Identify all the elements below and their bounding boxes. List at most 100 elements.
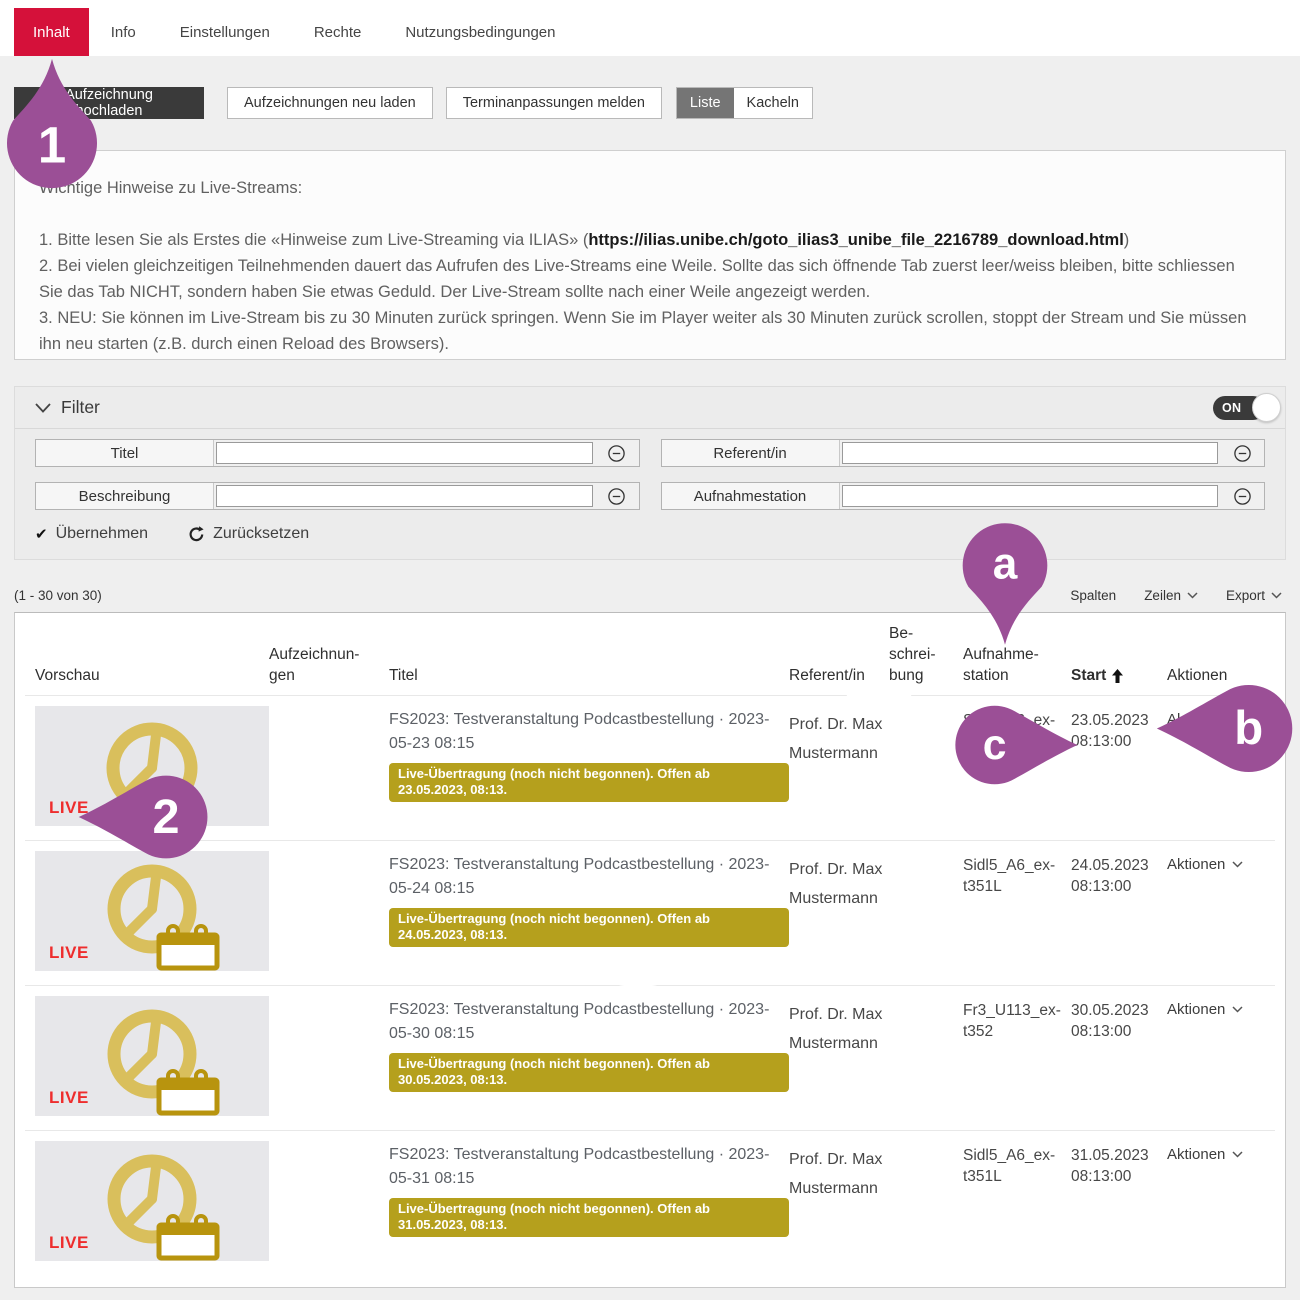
export-label: Export — [1226, 588, 1265, 603]
tab-einstellungen[interactable]: Einstellungen — [158, 8, 292, 56]
actions-label: Aktionen — [1167, 1001, 1225, 1018]
results-count: (1 - 30 von 30) — [14, 588, 102, 603]
actions-label: Aktionen — [1167, 711, 1225, 728]
table-row: LIVE FS2023: Testveranstaltung Podcastbe… — [25, 695, 1275, 840]
station-cell: Fr3_U113_ex- t352 — [963, 996, 1071, 1042]
filter-field-beschreibung: Beschreibung — [35, 482, 640, 510]
tab-rechte[interactable]: Rechte — [292, 8, 384, 56]
actions-dropdown[interactable]: Aktionen — [1167, 996, 1275, 1018]
filter-header[interactable]: Filter ON — [15, 387, 1285, 429]
actions-dropdown[interactable]: Aktionen — [1167, 1141, 1275, 1163]
tab-nutzungsbedingungen[interactable]: Nutzungsbedingungen — [383, 8, 577, 56]
filter-remove-aufnahmestation[interactable] — [1220, 483, 1264, 509]
referent-cell: Prof. Dr. Max Mustermann — [789, 851, 889, 913]
reset-filter-button[interactable]: Zurücksetzen — [188, 525, 309, 543]
table-header-row: Vorschau Aufzeichnun- gen Titel Referent… — [25, 613, 1275, 695]
recording-title-link[interactable]: FS2023: Testveranstaltung Podcastbestell… — [389, 1001, 769, 1042]
report-schedule-changes-button[interactable]: Terminanpassungen melden — [446, 87, 662, 119]
notice-title: Wichtige Hinweise zu Live-Streams: — [39, 175, 1261, 201]
station-cell: Sidl5_A6_ex- t351L — [963, 706, 1071, 752]
preview-tile[interactable]: LIVE — [35, 851, 269, 971]
chevron-down-icon — [1187, 592, 1198, 599]
actions-dropdown[interactable]: Aktionen — [1167, 706, 1275, 728]
filter-remove-titel[interactable] — [595, 440, 639, 466]
col-vorschau: Vorschau — [25, 665, 269, 686]
preview-cell: LIVE — [25, 706, 269, 826]
title-cell: FS2023: Testveranstaltung Podcastbestell… — [389, 996, 789, 1092]
preview-tile[interactable]: LIVE — [35, 1141, 269, 1261]
col-start-sort[interactable]: Start — [1071, 665, 1167, 686]
chevron-down-icon — [1271, 592, 1282, 599]
filter-input-titel[interactable] — [216, 442, 593, 464]
reset-label: Zurücksetzen — [213, 525, 309, 543]
filter-input-aufnahmestation[interactable] — [842, 485, 1219, 507]
rows-button[interactable]: Zeilen — [1144, 588, 1198, 603]
preview-cell: LIVE — [25, 996, 269, 1116]
notice-item-1: 1. Bitte lesen Sie als Erstes die «Hinwe… — [39, 227, 1261, 253]
preview-tile[interactable]: LIVE — [35, 706, 269, 826]
recording-title-link[interactable]: FS2023: Testveranstaltung Podcastbestell… — [389, 1146, 769, 1187]
chevron-down-icon — [35, 403, 51, 413]
table-row: LIVE FS2023: Testveranstaltung Podcastbe… — [25, 1130, 1275, 1275]
reload-recordings-button[interactable]: Aufzeichnungen neu laden — [227, 87, 433, 119]
title-cell: FS2023: Testveranstaltung Podcastbestell… — [389, 706, 789, 802]
apply-label: Übernehmen — [56, 525, 149, 543]
notice-download-link[interactable]: https://ilias.unibe.ch/goto_ilias3_unibe… — [588, 231, 1123, 249]
status-badge: Live-Übertragung (noch nicht begonnen). … — [389, 763, 789, 802]
check-icon: ✔ — [35, 525, 48, 543]
actions-label: Aktionen — [1167, 856, 1225, 873]
tab-label: Inhalt — [33, 24, 70, 41]
recording-title-link[interactable]: FS2023: Testveranstaltung Podcastbestell… — [389, 856, 769, 897]
filter-on-toggle[interactable]: ON — [1213, 395, 1269, 421]
view-toggle-liste[interactable]: Liste — [677, 88, 734, 118]
table-row: LIVE FS2023: Testveranstaltung Podcastbe… — [25, 840, 1275, 985]
start-cell: 30.05.2023 08:13:00 — [1071, 996, 1167, 1042]
filter-remove-beschreibung[interactable] — [595, 483, 639, 509]
filter-remove-referent[interactable] — [1220, 440, 1264, 466]
actions-dropdown[interactable]: Aktionen — [1167, 851, 1275, 873]
filter-field-aufnahmestation: Aufnahmestation — [661, 482, 1266, 510]
tab-label: Nutzungsbedingungen — [405, 24, 555, 41]
tab-bar: Inhalt Info Einstellungen Rechte Nutzung… — [0, 0, 1300, 56]
minus-circle-icon — [607, 487, 626, 506]
view-toggle-kacheln[interactable]: Kacheln — [734, 88, 812, 118]
whiteout-blob — [606, 967, 670, 987]
tab-label: Info — [111, 24, 136, 41]
export-button[interactable]: Export — [1226, 588, 1282, 603]
notice-item-3: 3. NEU: Sie können im Live-Stream bis zu… — [39, 305, 1261, 357]
toggle-label: ON — [1222, 401, 1241, 415]
tab-inhalt[interactable]: Inhalt — [14, 8, 89, 56]
preview-tile[interactable]: LIVE — [35, 996, 269, 1116]
filter-label-beschreibung: Beschreibung — [36, 483, 214, 509]
recording-title-link[interactable]: FS2023: Testveranstaltung Podcastbestell… — [389, 711, 769, 752]
filter-input-referent[interactable] — [842, 442, 1219, 464]
recordings-table: Vorschau Aufzeichnun- gen Titel Referent… — [14, 612, 1286, 1288]
chevron-down-icon — [1232, 716, 1243, 723]
columns-button[interactable]: Spalten — [1070, 588, 1116, 603]
table-meta: (1 - 30 von 30) Spalten Zeilen Export — [14, 588, 1286, 603]
minus-circle-icon — [1233, 487, 1252, 506]
filter-label-titel: Titel — [36, 440, 214, 466]
filter-field-referent: Referent/in — [661, 439, 1266, 467]
referent-cell: Prof. Dr. Max Mustermann — [789, 706, 889, 768]
tab-info[interactable]: Info — [89, 8, 158, 56]
start-label: Start — [1071, 665, 1106, 686]
notice-item-1-suffix: ) — [1124, 231, 1130, 249]
filter-title: Filter — [61, 397, 100, 418]
preview-cell: LIVE — [25, 851, 269, 971]
col-aufzeichnungen: Aufzeichnun- gen — [269, 644, 389, 686]
apply-filter-button[interactable]: ✔ Übernehmen — [35, 525, 148, 543]
toggle-knob — [1252, 393, 1281, 422]
filter-input-beschreibung[interactable] — [216, 485, 593, 507]
status-badge: Live-Übertragung (noch nicht begonnen). … — [389, 1053, 789, 1092]
referent-cell: Prof. Dr. Max Mustermann — [789, 1141, 889, 1203]
col-aktionen: Aktionen — [1167, 665, 1275, 686]
view-toggle: Liste Kacheln — [676, 87, 813, 119]
referent-cell: Prof. Dr. Max Mustermann — [789, 996, 889, 1058]
preview-cell: LIVE — [25, 1141, 269, 1261]
col-beschreibung: Be- schrei- bung — [889, 623, 963, 686]
upload-recording-button[interactable]: Aufzeichnung hochladen — [14, 87, 204, 119]
minus-circle-icon — [607, 444, 626, 463]
status-badge: Live-Übertragung (noch nicht begonnen). … — [389, 1198, 789, 1237]
columns-label: Spalten — [1070, 588, 1116, 603]
